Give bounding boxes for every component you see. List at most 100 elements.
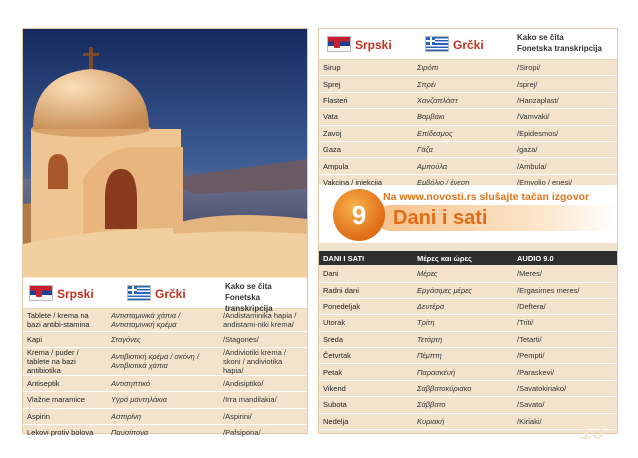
page-number: 13 bbox=[580, 422, 605, 444]
serbian-cell: Petak bbox=[319, 363, 413, 381]
table-row: Krema / puder / tablete na bazi antibiot… bbox=[23, 347, 307, 376]
table-row: Radni dani Εργάσιμες μέρες /Ergasimes me… bbox=[319, 282, 617, 299]
greek-cell: Βαμβάκι bbox=[413, 108, 513, 126]
days-table-header: DANI I SATI Μέρες και ώρες AUDIO 9.0 bbox=[319, 251, 617, 265]
right-language-header: Srpski Grčki Kako se čita Fonetska trans… bbox=[319, 29, 617, 60]
table-row: Aspirin Ασπιρίνη /Aspirini/ bbox=[23, 408, 307, 426]
serbian-cell: Gaza bbox=[319, 141, 413, 159]
days-header-col1: DANI I SATI bbox=[323, 254, 365, 263]
days-header-col2: Μέρες και ώρες bbox=[417, 254, 472, 263]
table-row: Gaza Γάζα /gaza/ bbox=[319, 141, 617, 159]
table-row: Subota Σάββατο /Savato/ bbox=[319, 396, 617, 414]
transcription-cell: /Siropi/ bbox=[513, 60, 617, 77]
transcription-cell: /Hanzaplast/ bbox=[513, 92, 617, 110]
serbian-cell: Sprej bbox=[319, 75, 413, 93]
table-row: Flasteri Χανζαπλάστ /Hanzaplast/ bbox=[319, 92, 617, 110]
serbian-cell: Krema / puder / tablete na bazi antibiot… bbox=[23, 347, 107, 376]
transcription-cell: /Aspirini/ bbox=[219, 408, 307, 426]
transcription-cell: /gaza/ bbox=[513, 141, 617, 159]
table-row: Ampula Αμπούλα /Ambula/ bbox=[319, 157, 617, 175]
greek-cell: Γάζα bbox=[413, 141, 513, 159]
left-vocab-table: Tablete / krema na bazi antibi-stamina Α… bbox=[23, 309, 307, 442]
greek-cell: Επίδεσμος bbox=[413, 125, 513, 142]
greek-flag-icon bbox=[425, 36, 449, 52]
serbian-cell: Antiseptik bbox=[23, 375, 107, 393]
table-row: Sirup Σιρόπι /Siropi/ bbox=[319, 60, 617, 77]
kako-label: Kako se čita bbox=[225, 282, 272, 291]
transcription-cell: /Deftera/ bbox=[513, 298, 617, 316]
transcription-cell: /Epidesmos/ bbox=[513, 125, 617, 142]
serbian-cell: Utorak bbox=[319, 314, 413, 332]
table-row: Petak Παρασκευή /Paraskevi/ bbox=[319, 363, 617, 381]
serbian-cell: Vikend bbox=[319, 380, 413, 398]
transcription-cell: /Savato/ bbox=[513, 396, 617, 414]
serbian-cell: Radni dani bbox=[319, 282, 413, 299]
right-vocab-table: Sirup Σιρόπι /Siropi/ Sprej Σπρέι /sprej… bbox=[319, 60, 617, 192]
table-row: Sreda Τετάρτη /Tetarti/ bbox=[319, 331, 617, 349]
left-panel: Srpski Grčki Kako se čita Fonetska trans… bbox=[22, 28, 308, 442]
greek-label: Grčki bbox=[155, 287, 186, 301]
serbian-cell: Lekovi protiv bolova bbox=[23, 424, 107, 442]
left-language-header: Srpski Grčki Kako se čita Fonetska trans… bbox=[23, 278, 307, 313]
transcription-cell: /Andisiptiko/ bbox=[219, 375, 307, 393]
section-banner: Dani i sati 9 Na www.novosti.rs slušajte… bbox=[319, 185, 617, 243]
greek-cell: Σάββατο bbox=[413, 396, 513, 414]
serbian-cell: Zavoj bbox=[319, 125, 413, 142]
serbian-cell: Nedelja bbox=[319, 413, 413, 431]
transcription-cell: /Meres/ bbox=[513, 266, 617, 283]
section-title: Dani i sati bbox=[377, 205, 617, 231]
serbian-cell: Četvrtak bbox=[319, 347, 413, 365]
section-number: 9 bbox=[333, 189, 385, 241]
serbian-cell: Aspirin bbox=[23, 408, 107, 426]
transcription-cell: /sprej/ bbox=[513, 75, 617, 93]
serbian-cell: Kapi bbox=[23, 331, 107, 348]
serbian-cell: Dani bbox=[319, 266, 413, 283]
transcription-cell: /Pempti/ bbox=[513, 347, 617, 365]
greek-cell: Παυσίπονα bbox=[107, 424, 219, 442]
greek-cell: Σταγόνες bbox=[107, 331, 219, 348]
table-row: Tablete / krema na bazi antibi-stamina Α… bbox=[23, 309, 307, 332]
greek-cell: Ασπιρίνη bbox=[107, 408, 219, 426]
photo-illustration bbox=[23, 29, 307, 277]
right-panel: Srpski Grčki Kako se čita Fonetska trans… bbox=[318, 28, 618, 434]
table-row: Vikend Σαββατοκύριακο /Savatokiriako/ bbox=[319, 380, 617, 398]
fonetska-label: Fonetska transkripcija bbox=[517, 44, 602, 53]
greek-cell: Υγρά μαντηλάκια bbox=[107, 391, 219, 409]
greek-cell: Αντισηπτικό bbox=[107, 375, 219, 393]
greek-cell: Τρίτη bbox=[413, 314, 513, 332]
transcription-cell: /Triti/ bbox=[513, 314, 617, 332]
serbian-cell: Vlažne maramice bbox=[23, 391, 107, 409]
greek-cell: Πέμπτη bbox=[413, 347, 513, 365]
greek-cell: Σπρέι bbox=[413, 75, 513, 93]
table-row: Kapi Σταγόνες /Stagones/ bbox=[23, 331, 307, 348]
audio-site-link[interactable]: Na www.novosti.rs slušajte tačan izgovor bbox=[383, 191, 589, 203]
serbian-cell: Vata bbox=[319, 108, 413, 126]
kako-label: Kako se čita bbox=[517, 33, 564, 42]
serbian-cell: Ampula bbox=[319, 157, 413, 175]
greek-cell: Εργάσιμες μέρες bbox=[413, 282, 513, 299]
greek-cell: Αντιβιοτική κρέμα / σκόνη / Αντιβιοτικά … bbox=[107, 347, 219, 376]
transcription-cell: /Tetarti/ bbox=[513, 331, 617, 349]
greek-cell: Μέρες bbox=[413, 266, 513, 283]
serbian-cell: Sreda bbox=[319, 331, 413, 349]
pronunciation-header: Kako se čita Fonetska transkripcija bbox=[517, 32, 602, 54]
serbian-cell: Ponedeljak bbox=[319, 298, 413, 316]
serbian-cell: Tablete / krema na bazi antibi-stamina bbox=[23, 309, 107, 332]
transcription-cell: /Stagones/ bbox=[219, 331, 307, 348]
greek-cell: Αντισταμινικά χάπια / Αντισταμινική κρέμ… bbox=[107, 309, 219, 332]
table-row: Nedelja Κυριακή /Kiriaki/ bbox=[319, 413, 617, 431]
greek-cell: Δευτέρα bbox=[413, 298, 513, 316]
table-row: Antiseptik Αντισηπτικό /Andisiptiko/ bbox=[23, 375, 307, 393]
transcription-cell: /Andiviotiki krema / skoni / andiviotika… bbox=[219, 347, 307, 376]
table-row: Vlažne maramice Υγρά μαντηλάκια /Ігга ma… bbox=[23, 391, 307, 409]
serbian-label: Srpski bbox=[57, 287, 94, 301]
transcription-cell: /Pafsipona/ bbox=[219, 424, 307, 442]
serbian-flag-icon bbox=[327, 36, 351, 52]
table-row: Utorak Τρίτη /Triti/ bbox=[319, 314, 617, 332]
audio-track-label: AUDIO 9.0 bbox=[517, 254, 554, 263]
greek-cell: Αμπούλα bbox=[413, 157, 513, 175]
transcription-cell: /Savatokiriako/ bbox=[513, 380, 617, 398]
transcription-cell: /Andistaminika hapia / andistami-niki kr… bbox=[219, 309, 307, 332]
days-table: Dani Μέρες /Meres/ Radni dani Εργάσιμες … bbox=[319, 266, 617, 431]
serbian-flag-icon bbox=[29, 285, 53, 301]
